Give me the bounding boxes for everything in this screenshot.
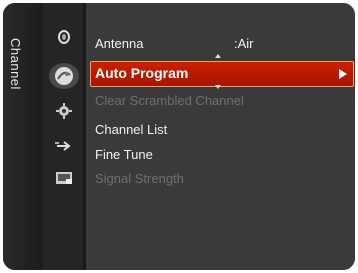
menu-item-auto-program[interactable]: Auto Program — [90, 61, 354, 87]
antenna-value: :Air — [234, 36, 254, 51]
picture-icon[interactable] — [53, 28, 75, 46]
menu-item-label: Fine Tune — [95, 147, 153, 162]
channel-icon[interactable] — [49, 63, 79, 89]
side-tab-label: Channel — [8, 38, 23, 90]
menu-item-clear-scrambled-channel: Clear Scrambled Channel — [95, 93, 244, 109]
setup-icon[interactable] — [53, 102, 75, 120]
tv-osd-menu: Channel Antenna :Air Auto Program Clear … — [3, 3, 355, 270]
menu-icon-strip — [43, 3, 83, 270]
up-arrow-icon — [215, 54, 221, 58]
menu-item-label: Signal Strength — [95, 171, 184, 186]
menu-item-label: Channel List — [95, 122, 168, 137]
menu-item-label: Antenna — [95, 36, 144, 51]
menu-item-channel-list[interactable]: Channel List — [95, 122, 167, 138]
input-icon[interactable] — [53, 137, 75, 155]
application-icon[interactable] — [53, 169, 75, 187]
arrow-right-icon — [339, 69, 347, 79]
menu-item-label: Auto Program — [95, 65, 189, 81]
menu-item-signal-strength: Signal Strength — [95, 171, 184, 187]
menu-panel: Antenna :Air Auto Program Clear Scramble… — [86, 3, 355, 270]
menu-item-antenna[interactable]: Antenna — [95, 36, 143, 52]
side-tab: Channel — [3, 3, 43, 270]
down-arrow-icon — [215, 85, 221, 89]
menu-item-label: Clear Scrambled Channel — [95, 93, 244, 108]
menu-item-fine-tune[interactable]: Fine Tune — [95, 147, 153, 163]
